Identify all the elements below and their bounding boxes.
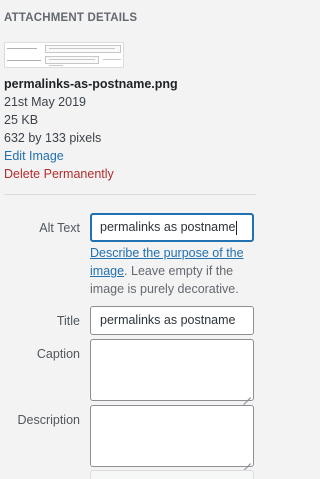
alt-text-help: Describe the purpose of the image. Leave… [90, 244, 258, 298]
title-input[interactable]: permalinks as postname [90, 306, 254, 335]
caption-label: Caption [36, 347, 80, 361]
text-caret [236, 220, 238, 235]
caption-textarea[interactable] [90, 339, 254, 401]
attachment-details-panel: ATTACHMENT DETAILS permalinks-as-postnam… [0, 0, 276, 479]
delete-permanently-link[interactable]: Delete Permanently [4, 167, 114, 181]
description-label: Description [17, 413, 80, 427]
attachment-filename: permalinks-as-postname.png [4, 77, 178, 91]
description-textarea[interactable] [90, 405, 254, 467]
file-size: 25 KB [4, 113, 39, 127]
alt-text-input[interactable]: permalinks as postname [90, 213, 254, 242]
title-label: Title [56, 314, 80, 328]
title-value: permalinks as postname [100, 313, 236, 327]
alt-text-value: permalinks as postname [100, 220, 236, 234]
section-divider [4, 194, 256, 195]
attachment-thumbnail[interactable] [4, 42, 124, 68]
next-field-box[interactable] [90, 470, 254, 479]
panel-heading: ATTACHMENT DETAILS [4, 12, 138, 24]
image-dimensions: 632 by 133 pixels [4, 131, 102, 145]
description-resize-handle[interactable] [243, 456, 251, 464]
upload-date: 21st May 2019 [4, 95, 86, 109]
caption-resize-handle[interactable] [243, 390, 251, 398]
alt-text-label: Alt Text [39, 221, 80, 235]
edit-image-link[interactable]: Edit Image [4, 149, 64, 163]
